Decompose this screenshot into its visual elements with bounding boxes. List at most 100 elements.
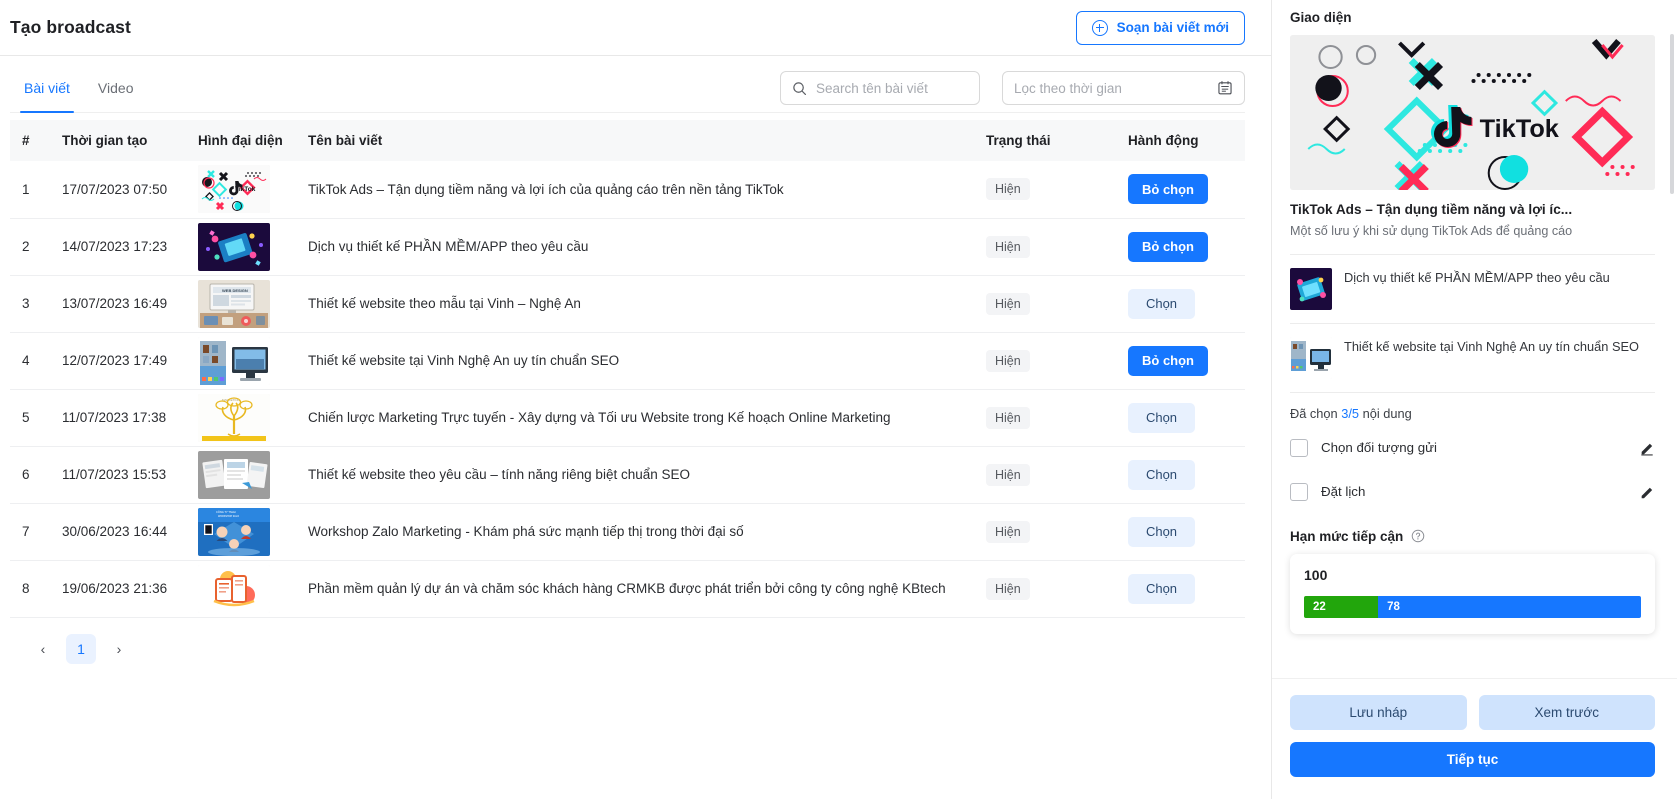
list-item[interactable]: Thiết kế website tại Vinh Nghệ An uy tín…: [1290, 336, 1655, 379]
compose-new-post-button[interactable]: Soạn bài viết mới: [1075, 10, 1245, 45]
table-row[interactable]: 7 30/06/2023 16:44 CÔNG TY TNHH WORKSHOP …: [10, 503, 1245, 561]
table-row[interactable]: 3 13/07/2023 16:49 WEB DESIGN Thiết kế we…: [10, 275, 1245, 333]
option-row-audience[interactable]: Chọn đối tượng gửi: [1290, 431, 1655, 465]
status-badge: Hiện: [986, 292, 1030, 315]
cell-action: Bỏ chọn: [1120, 332, 1245, 390]
cell-status: Hiện: [978, 161, 1120, 219]
pagination-prev[interactable]: ‹: [28, 633, 58, 664]
cell-post-name: Chiến lược Marketing Trực tuyến - Xây dự…: [300, 389, 978, 447]
row-thumbnail: WEB DESIGN: [198, 279, 270, 328]
status-badge: Hiện: [986, 577, 1030, 600]
reach-limit-header: Hạn mức tiếp cận: [1290, 529, 1655, 544]
cell-time: 11/07/2023 17:38: [54, 389, 190, 447]
select-button[interactable]: Chọn: [1128, 288, 1195, 319]
selected-count-value: 3/5: [1341, 405, 1360, 421]
cell-status: Hiện: [978, 446, 1120, 504]
cell-status: Hiện: [978, 332, 1120, 390]
selected-count-suffix: nội dung: [1359, 405, 1412, 421]
search-input[interactable]: Search tên bài viết: [780, 71, 980, 105]
list-item-thumbnail: [1290, 336, 1332, 379]
cell-thumbnail: WEB DESIGN: [190, 275, 300, 333]
cell-thumbnail: MARKETING: [190, 389, 300, 447]
deselect-button[interactable]: Bỏ chọn: [1128, 345, 1208, 376]
select-button[interactable]: Chọn: [1128, 516, 1195, 547]
cell-thumbnail: [190, 446, 300, 504]
table-row[interactable]: 8 19/06/2023 21:36 Phần mềm quản lý dự án…: [10, 560, 1245, 618]
page-header: Tạo broadcast Soạn bài viết mới: [0, 0, 1271, 56]
row-thumbnail: [198, 450, 270, 499]
sidebar-scrollbar[interactable]: [1670, 34, 1674, 194]
row-thumbnail: [198, 564, 270, 613]
table-row[interactable]: 5 11/07/2023 17:38 MARKETING Chiến lược M…: [10, 389, 1245, 447]
cell-action: Chọn: [1120, 503, 1245, 561]
select-button[interactable]: Chọn: [1128, 402, 1195, 433]
col-time: Thời gian tạo: [54, 120, 190, 161]
pagination-page-1[interactable]: 1: [66, 633, 96, 664]
cell-index: 6: [10, 446, 54, 504]
compose-button-label: Soạn bài viết mới: [1116, 20, 1229, 35]
cell-index: 1: [10, 161, 54, 219]
selected-count-text: Đã chọn 3/5 nội dung: [1290, 406, 1655, 421]
reach-limit-segment-remaining: 78: [1378, 595, 1641, 618]
pagination-next[interactable]: ›: [104, 633, 134, 664]
row-thumbnail: CÔNG TY TNHH WORKSHOP ZALO: [198, 507, 270, 556]
table-row[interactable]: 6 11/07/2023 15:53 Thiết kế website theo …: [10, 446, 1245, 504]
cell-action: Bỏ chọn: [1120, 161, 1245, 219]
cell-status: Hiện: [978, 560, 1120, 618]
reach-limit-bar: 22 78: [1304, 595, 1641, 618]
edit-pencil-icon[interactable]: [1639, 440, 1655, 456]
select-button[interactable]: Chọn: [1128, 573, 1195, 604]
edit-pencil-icon[interactable]: [1639, 484, 1655, 500]
row-thumbnail: TikTok: [198, 165, 270, 214]
cell-action: Chọn: [1120, 389, 1245, 447]
cell-post-name: TikTok Ads – Tận dụng tiềm năng và lợi í…: [300, 161, 978, 219]
checkbox-choose-audience[interactable]: [1290, 438, 1308, 457]
reach-limit-title: Hạn mức tiếp cận: [1290, 528, 1404, 544]
sidebar-footer: Lưu nháp Xem trước Tiếp tục: [1272, 678, 1677, 799]
tab-bai-viet-label: Bài viết: [24, 80, 70, 96]
page-title: Tạo broadcast: [10, 17, 131, 37]
posts-table-wrapper: # Thời gian tạo Hình đại diện Tên bài vi…: [0, 120, 1271, 664]
table-header-row: # Thời gian tạo Hình đại diện Tên bài vi…: [10, 120, 1245, 161]
status-badge: Hiện: [986, 463, 1030, 486]
col-image: Hình đại diện: [190, 120, 300, 161]
cell-index: 3: [10, 275, 54, 333]
cell-status: Hiện: [978, 218, 1120, 276]
option-row-schedule[interactable]: Đặt lịch: [1290, 475, 1655, 509]
cell-thumbnail: [190, 218, 300, 276]
table-head: # Thời gian tạo Hình đại diện Tên bài vi…: [10, 120, 1245, 161]
cell-post-name: Workshop Zalo Marketing - Khám phá sức m…: [300, 503, 978, 561]
cell-time: 14/07/2023 17:23: [54, 218, 190, 276]
list-item-label: Dịch vụ thiết kế PHẦN MỀM/APP theo yêu c…: [1344, 269, 1610, 285]
cell-post-name: Thiết kế website tại Vinh Nghệ An uy tín…: [300, 332, 978, 390]
svg-text:TikTok: TikTok: [235, 186, 256, 193]
list-item-thumbnail: [1290, 267, 1332, 310]
help-circle-icon[interactable]: [1411, 529, 1425, 543]
cell-time: 11/07/2023 15:53: [54, 446, 190, 504]
posts-table: # Thời gian tạo Hình đại diện Tên bài vi…: [10, 120, 1245, 618]
cell-time: 12/07/2023 17:49: [54, 332, 190, 390]
calendar-icon[interactable]: [1217, 80, 1233, 96]
tab-bai-viet[interactable]: Bài viết: [10, 56, 84, 120]
deselect-button[interactable]: Bỏ chọn: [1128, 231, 1208, 262]
cell-index: 7: [10, 503, 54, 561]
cell-status: Hiện: [978, 389, 1120, 447]
status-badge: Hiện: [986, 406, 1030, 429]
cell-action: Chọn: [1120, 275, 1245, 333]
table-row[interactable]: 1 17/07/2023 07:50 TikTok TikTok Ads – Tận…: [10, 161, 1245, 219]
continue-button[interactable]: Tiếp tục: [1290, 742, 1655, 777]
save-draft-button[interactable]: Lưu nháp: [1290, 695, 1467, 730]
select-button[interactable]: Chọn: [1128, 459, 1195, 490]
table-row[interactable]: 2 14/07/2023 17:23 Dịch vụ thiết kế PHẦN …: [10, 218, 1245, 276]
tab-video-label: Video: [97, 80, 134, 96]
list-item[interactable]: Dịch vụ thiết kế PHẦN MỀM/APP theo yêu c…: [1290, 267, 1655, 310]
tab-video[interactable]: Video: [84, 56, 148, 120]
table-row[interactable]: 4 12/07/2023 17:49 Thiết kế website tại V…: [10, 332, 1245, 390]
checkbox-schedule[interactable]: [1290, 482, 1308, 501]
cell-thumbnail: CÔNG TY TNHH WORKSHOP ZALO: [190, 503, 300, 561]
cell-status: Hiện: [978, 275, 1120, 333]
deselect-button[interactable]: Bỏ chọn: [1128, 174, 1208, 205]
preview-button[interactable]: Xem trước: [1478, 695, 1655, 730]
col-status: Trạng thái: [978, 120, 1120, 161]
date-filter-input[interactable]: Lọc theo thời gian: [1002, 71, 1245, 105]
